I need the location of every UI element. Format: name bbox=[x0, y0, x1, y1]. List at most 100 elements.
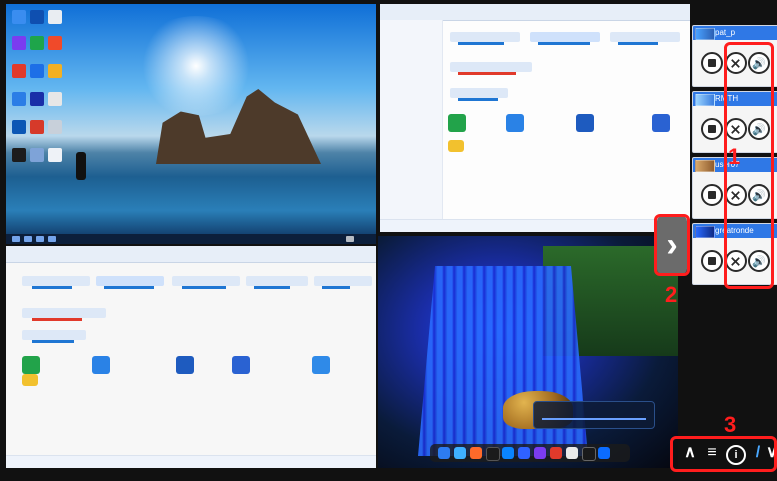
drive-usage-bar bbox=[182, 286, 226, 289]
desktop-icon[interactable] bbox=[48, 10, 62, 24]
annotation-label-2: 2 bbox=[665, 282, 678, 307]
device-tile[interactable] bbox=[232, 356, 250, 374]
drive-row[interactable] bbox=[22, 276, 90, 286]
device-tile[interactable] bbox=[652, 114, 670, 132]
source-name: pat_p bbox=[715, 28, 736, 37]
waterfall-scene bbox=[378, 236, 678, 468]
drive-usage-bar bbox=[458, 98, 498, 101]
drive-usage-bar bbox=[458, 42, 504, 45]
folder-tile[interactable] bbox=[448, 140, 464, 152]
dock-icon[interactable] bbox=[566, 447, 578, 459]
explorer-statusbar bbox=[380, 219, 690, 232]
stop-button[interactable] bbox=[701, 52, 723, 74]
cloud-tile[interactable] bbox=[506, 114, 524, 132]
media-progress-bar[interactable] bbox=[542, 418, 646, 420]
drive-row[interactable] bbox=[450, 32, 520, 42]
drive-usage-bar bbox=[32, 340, 74, 343]
file-explorer-window-bottom[interactable] bbox=[6, 246, 376, 468]
desktop-icon[interactable] bbox=[12, 120, 26, 134]
desktop-icon[interactable] bbox=[30, 10, 44, 24]
file-explorer bbox=[6, 246, 376, 468]
drive-row[interactable] bbox=[172, 276, 240, 286]
annotation-label-3: 3 bbox=[724, 412, 737, 437]
drive-row[interactable] bbox=[314, 276, 372, 286]
runner-silhouette bbox=[76, 152, 86, 180]
source-thumbnail bbox=[695, 28, 715, 40]
media-window[interactable] bbox=[378, 236, 678, 468]
stop-button[interactable] bbox=[701, 118, 723, 140]
source-card-header: pat_p bbox=[693, 26, 777, 40]
dock-icon[interactable] bbox=[486, 447, 500, 461]
explorer-titlebar[interactable] bbox=[6, 246, 376, 263]
network-tile[interactable] bbox=[448, 114, 466, 132]
taskbar-item[interactable] bbox=[36, 236, 44, 242]
stop-button[interactable] bbox=[701, 250, 723, 272]
desktop-icon[interactable] bbox=[30, 92, 44, 106]
drive-row[interactable] bbox=[530, 32, 600, 42]
dock-icon[interactable] bbox=[582, 447, 596, 461]
drive-usage-bar bbox=[538, 42, 590, 45]
dock-icon[interactable] bbox=[470, 447, 482, 459]
drive-usage-bar-warning bbox=[32, 318, 82, 321]
desktop-icon[interactable] bbox=[12, 10, 26, 24]
drive-row[interactable] bbox=[246, 276, 308, 286]
drive-usage-bar bbox=[104, 286, 154, 289]
explorer-titlebar[interactable] bbox=[380, 4, 690, 21]
desktop-icon[interactable] bbox=[30, 64, 44, 78]
network-tile[interactable] bbox=[22, 356, 40, 374]
device-row[interactable] bbox=[450, 88, 508, 98]
drive-usage-bar bbox=[322, 286, 350, 289]
desktop-icons bbox=[6, 4, 76, 214]
desktop-window[interactable] bbox=[6, 4, 376, 244]
source-thumbnail bbox=[695, 160, 715, 172]
drive-usage-bar bbox=[32, 286, 72, 289]
stop-button[interactable] bbox=[701, 184, 723, 206]
desktop-icon[interactable] bbox=[48, 64, 62, 78]
desktop-icon[interactable] bbox=[48, 36, 62, 50]
cloud-tile[interactable] bbox=[92, 356, 110, 374]
drive-usage-bar-warning bbox=[458, 72, 516, 75]
annotation-box-2 bbox=[654, 214, 690, 276]
media-tile[interactable] bbox=[176, 356, 194, 374]
file-explorer-window-top[interactable] bbox=[380, 4, 690, 232]
dock-icon[interactable] bbox=[598, 447, 610, 459]
dock-icon[interactable] bbox=[550, 447, 562, 459]
device-tile[interactable] bbox=[312, 356, 330, 374]
annotation-label-1: 1 bbox=[728, 144, 741, 169]
desktop-icon[interactable] bbox=[30, 148, 44, 162]
dock-icon[interactable] bbox=[454, 447, 466, 459]
app-dock bbox=[430, 444, 630, 462]
desktop-icon[interactable] bbox=[12, 36, 26, 50]
taskbar-clock bbox=[346, 236, 354, 242]
source-thumbnail bbox=[695, 226, 715, 238]
desktop-icon[interactable] bbox=[12, 148, 26, 162]
explorer-statusbar bbox=[6, 455, 376, 468]
drive-usage-bar bbox=[254, 286, 290, 289]
drive-row[interactable] bbox=[96, 276, 164, 286]
desktop-icon[interactable] bbox=[12, 64, 26, 78]
media-tile[interactable] bbox=[576, 114, 594, 132]
taskbar-item[interactable] bbox=[12, 236, 20, 242]
desktop-icon[interactable] bbox=[30, 36, 44, 50]
dock-icon[interactable] bbox=[534, 447, 546, 459]
dock-icon[interactable] bbox=[438, 447, 450, 459]
explorer-navigation-pane[interactable] bbox=[380, 20, 443, 220]
sun-glare bbox=[131, 16, 261, 116]
taskbar-item[interactable] bbox=[24, 236, 32, 242]
desktop-icon[interactable] bbox=[12, 92, 26, 106]
device-row[interactable] bbox=[450, 62, 532, 72]
desktop-icon[interactable] bbox=[48, 148, 62, 162]
desktop-icon[interactable] bbox=[48, 120, 62, 134]
desktop-icon[interactable] bbox=[48, 92, 62, 106]
drive-usage-bar bbox=[618, 42, 658, 45]
folder-tile[interactable] bbox=[22, 374, 38, 386]
media-controls[interactable] bbox=[533, 401, 655, 429]
taskbar-item[interactable] bbox=[48, 236, 56, 242]
dock-icon[interactable] bbox=[502, 447, 514, 459]
device-row[interactable] bbox=[22, 330, 86, 340]
desktop-taskbar bbox=[6, 234, 376, 244]
desktop-icon[interactable] bbox=[30, 120, 44, 134]
device-row[interactable] bbox=[22, 308, 106, 318]
drive-row[interactable] bbox=[610, 32, 680, 42]
dock-icon[interactable] bbox=[518, 447, 530, 459]
